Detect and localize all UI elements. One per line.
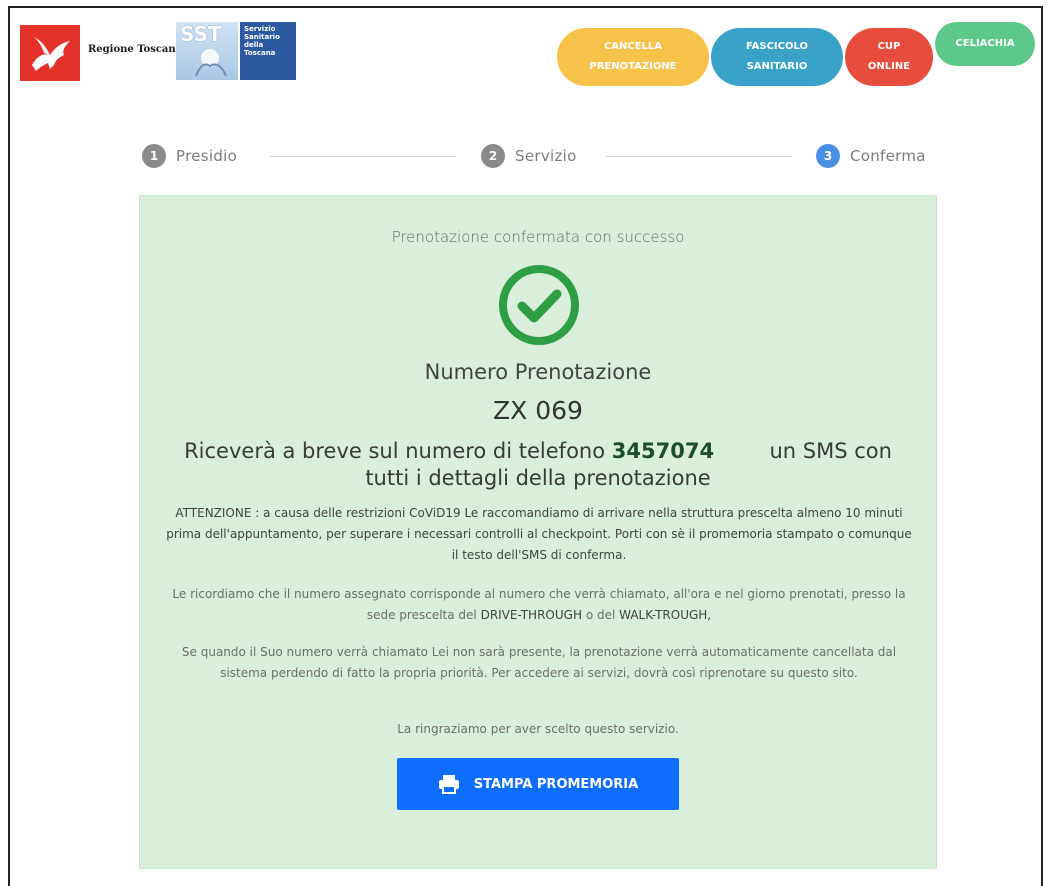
sms-suffix: un SMS con xyxy=(769,439,892,463)
step-conferma: 3 Conferma xyxy=(816,144,926,168)
nav-label-line2: PRENOTAZIONE xyxy=(589,61,677,72)
region-name: Regione Toscana xyxy=(88,44,183,55)
cup-online-button[interactable]: CUP ONLINE xyxy=(845,28,933,86)
sst-text-line: Servizio xyxy=(244,25,276,33)
nav-label-line1: CELIACHIA xyxy=(955,38,1015,49)
step-number: 3 xyxy=(816,144,840,168)
step-label: Presidio xyxy=(176,147,238,165)
sms-notice: Riceverà a breve sul numero di telefono … xyxy=(140,438,936,492)
stampa-promemoria-button[interactable]: STAMPA PROMEMORIA xyxy=(397,758,679,810)
drive-through-label: DRIVE-THROUGH xyxy=(480,608,582,622)
phone-number: 3457074 xyxy=(611,439,715,463)
step-divider xyxy=(606,156,792,157)
nav-label-line1: CUP xyxy=(877,41,901,52)
nav-label-line1: CANCELLA xyxy=(603,41,663,52)
pegasus-icon xyxy=(20,25,80,81)
step-servizio: 2 Servizio xyxy=(481,144,577,168)
sst-text-box: Servizio Sanitario della Toscana xyxy=(240,22,296,80)
step-number: 2 xyxy=(481,144,505,168)
sst-text-line: Toscana xyxy=(244,49,276,57)
sst-text-line: della xyxy=(244,41,264,49)
step-presidio: 1 Presidio xyxy=(142,144,237,168)
sst-logo[interactable]: SST Servizio Sanitario della Toscana xyxy=(176,22,296,80)
print-icon xyxy=(438,775,459,794)
sst-letters: SST xyxy=(180,22,222,46)
covid-attention-text: ATTENZIONE : a causa delle restrizioni C… xyxy=(166,506,912,562)
check-circle-icon xyxy=(499,265,579,345)
step-label: Servizio xyxy=(515,147,577,165)
reminder-text: Le ricordiamo che il numero assegnato co… xyxy=(164,584,914,626)
absence-warning-text: Se quando il Suo numero verrà chiamato L… xyxy=(181,645,897,680)
step-divider xyxy=(270,156,456,157)
booking-number-label: Numero Prenotazione xyxy=(424,360,652,384)
sms-prefix: Riceverà a breve sul numero di telefono xyxy=(184,439,606,463)
booking-stepper: 1 Presidio 2 Servizio 3 Conferma xyxy=(142,144,942,172)
booking-number-value: ZX 069 xyxy=(493,396,583,425)
confirmation-panel: Prenotazione confermata con successo Num… xyxy=(139,195,937,869)
reminder-mid: o del xyxy=(585,608,616,622)
step-number: 1 xyxy=(142,144,166,168)
nav-label-line2: ONLINE xyxy=(867,61,911,72)
step-label: Conferma xyxy=(850,147,926,165)
regione-toscana-logo[interactable] xyxy=(20,25,80,81)
nav-label-line1: FASCICOLO xyxy=(745,41,809,52)
success-title: Prenotazione confermata con successo xyxy=(391,228,685,246)
fascicolo-sanitario-button[interactable]: FASCICOLO SANITARIO xyxy=(711,28,843,86)
sst-text-line: Sanitario xyxy=(244,33,280,41)
cancella-prenotazione-button[interactable]: CANCELLA PRENOTAZIONE xyxy=(557,28,709,86)
thanks-text: La ringraziamo per aver scelto questo se… xyxy=(397,722,679,736)
walk-through-label: WALK-TROUGH, xyxy=(619,608,712,622)
sms-line2: tutti i dettagli della prenotazione xyxy=(365,466,711,490)
print-button-label: STAMPA PROMEMORIA xyxy=(473,776,639,792)
nav-label-line2: SANITARIO xyxy=(746,61,808,72)
celiachia-button[interactable]: CELIACHIA xyxy=(935,22,1035,66)
